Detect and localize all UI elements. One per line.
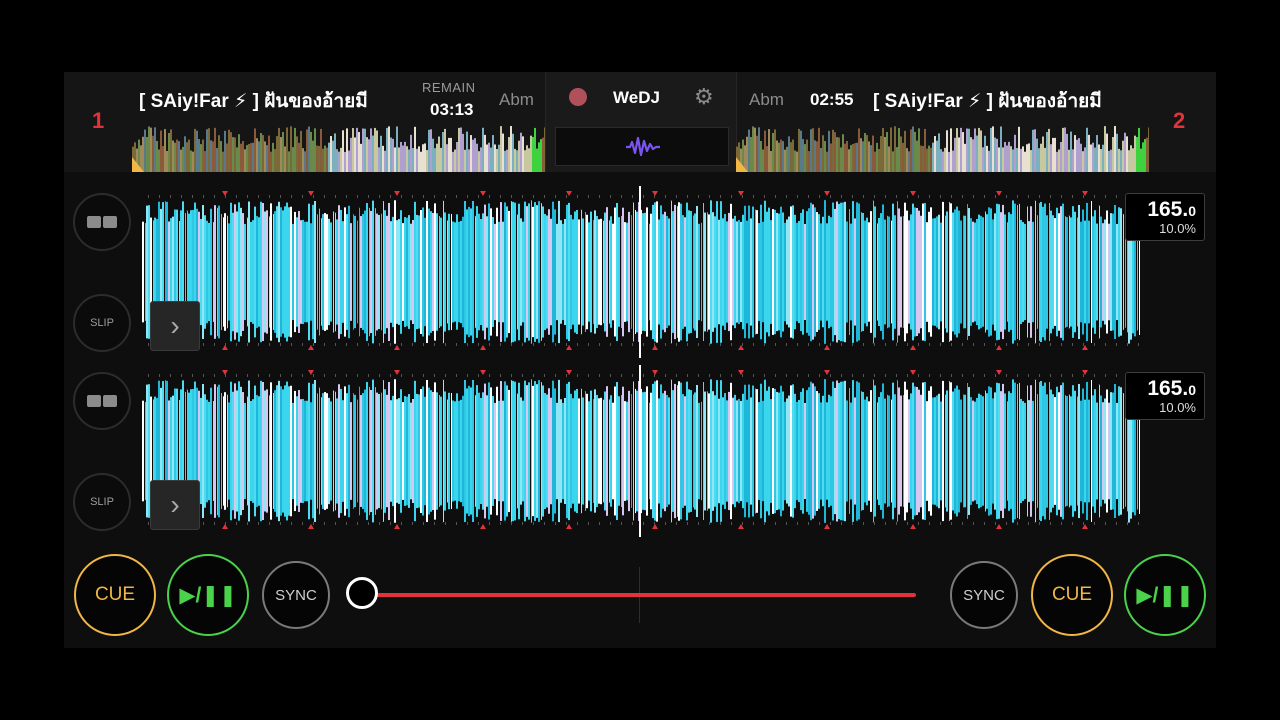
- deck-1-pad-mode-button[interactable]: [73, 193, 131, 251]
- pad-icon: [103, 216, 117, 228]
- deck-2-cue-button[interactable]: CUE: [1031, 554, 1113, 636]
- deck-1-waveform[interactable]: [142, 199, 1140, 345]
- deck-1-overview-waveform[interactable]: [132, 125, 545, 172]
- deck-1-bpm-display[interactable]: 165.0 10.0%: [1125, 193, 1205, 241]
- top-bar: 1 [ SAiy!Far ⚡ ] ฝันของอ้ายมี REMAIN 03:…: [64, 72, 1216, 172]
- deck-1-sync-button[interactable]: SYNC: [262, 561, 330, 629]
- deck-1-number: 1: [92, 108, 105, 133]
- deck-2-beat-markers-top: [148, 370, 1139, 377]
- gear-icon[interactable]: ⚙: [694, 84, 714, 110]
- deck-1-pitch-range: 10.0%: [1159, 221, 1196, 236]
- deck-2-bpm-display[interactable]: 165.0 10.0%: [1125, 372, 1205, 420]
- deck-1-slip-button[interactable]: SLIP: [73, 294, 131, 352]
- deck-2-time[interactable]: 02:55: [810, 90, 853, 110]
- deck-2-slip-button[interactable]: SLIP: [73, 473, 131, 531]
- deck-2-track-title[interactable]: [ SAiy!Far ⚡ ] ฝันของอ้ายมี: [873, 86, 1141, 116]
- remain-label: REMAIN: [422, 80, 476, 95]
- deck-2-sync-button[interactable]: SYNC: [950, 561, 1018, 629]
- deck-1-bpm: 165.0: [1147, 198, 1196, 221]
- deck-2-number: 2: [1173, 108, 1186, 133]
- pad-icon: [103, 395, 117, 407]
- deck-1-chevron-right-icon[interactable]: ›: [150, 301, 200, 351]
- deck-1-key: Abm: [499, 90, 534, 109]
- waveform-icon: [626, 136, 660, 157]
- deck-1-cue-button[interactable]: CUE: [74, 554, 156, 636]
- record-button[interactable]: [569, 88, 587, 106]
- wedj-logo: WeDJ: [613, 88, 660, 107]
- deck-2-chevron-right-icon[interactable]: ›: [150, 480, 200, 530]
- deck-2-bpm: 165.0: [1147, 377, 1196, 400]
- waveform-toggle-button[interactable]: [555, 127, 729, 166]
- deck-1-track-title[interactable]: [ SAiy!Far ⚡ ] ฝันของอ้ายมี: [139, 86, 407, 116]
- center-panel: WeDJ ⚙: [545, 72, 737, 172]
- deck-2-overview-waveform[interactable]: [736, 125, 1149, 172]
- deck-2-key: Abm: [749, 90, 784, 109]
- playhead-line: [639, 365, 641, 537]
- pad-icon: [87, 216, 101, 228]
- deck-2-pitch-range: 10.0%: [1159, 400, 1196, 415]
- crossfader-knob[interactable]: [346, 577, 378, 609]
- deck-2-beat-markers-bottom: [148, 522, 1139, 529]
- deck-2-play-pause-button[interactable]: ▶/❚❚: [1124, 554, 1206, 636]
- pad-icon: [87, 395, 101, 407]
- deck-1-play-pause-button[interactable]: ▶/❚❚: [167, 554, 249, 636]
- deck-1-beat-markers-top: [148, 191, 1139, 198]
- deck-1-remain-time[interactable]: 03:13: [430, 100, 473, 120]
- crossfader-track[interactable]: [364, 593, 916, 597]
- playhead-line: [639, 186, 641, 358]
- wedj-app: 1 [ SAiy!Far ⚡ ] ฝันของอ้ายมี REMAIN 03:…: [64, 72, 1216, 648]
- deck-2-pad-mode-button[interactable]: [73, 372, 131, 430]
- deck-1-beat-markers-bottom: [148, 343, 1139, 350]
- deck-2-waveform[interactable]: [142, 378, 1140, 524]
